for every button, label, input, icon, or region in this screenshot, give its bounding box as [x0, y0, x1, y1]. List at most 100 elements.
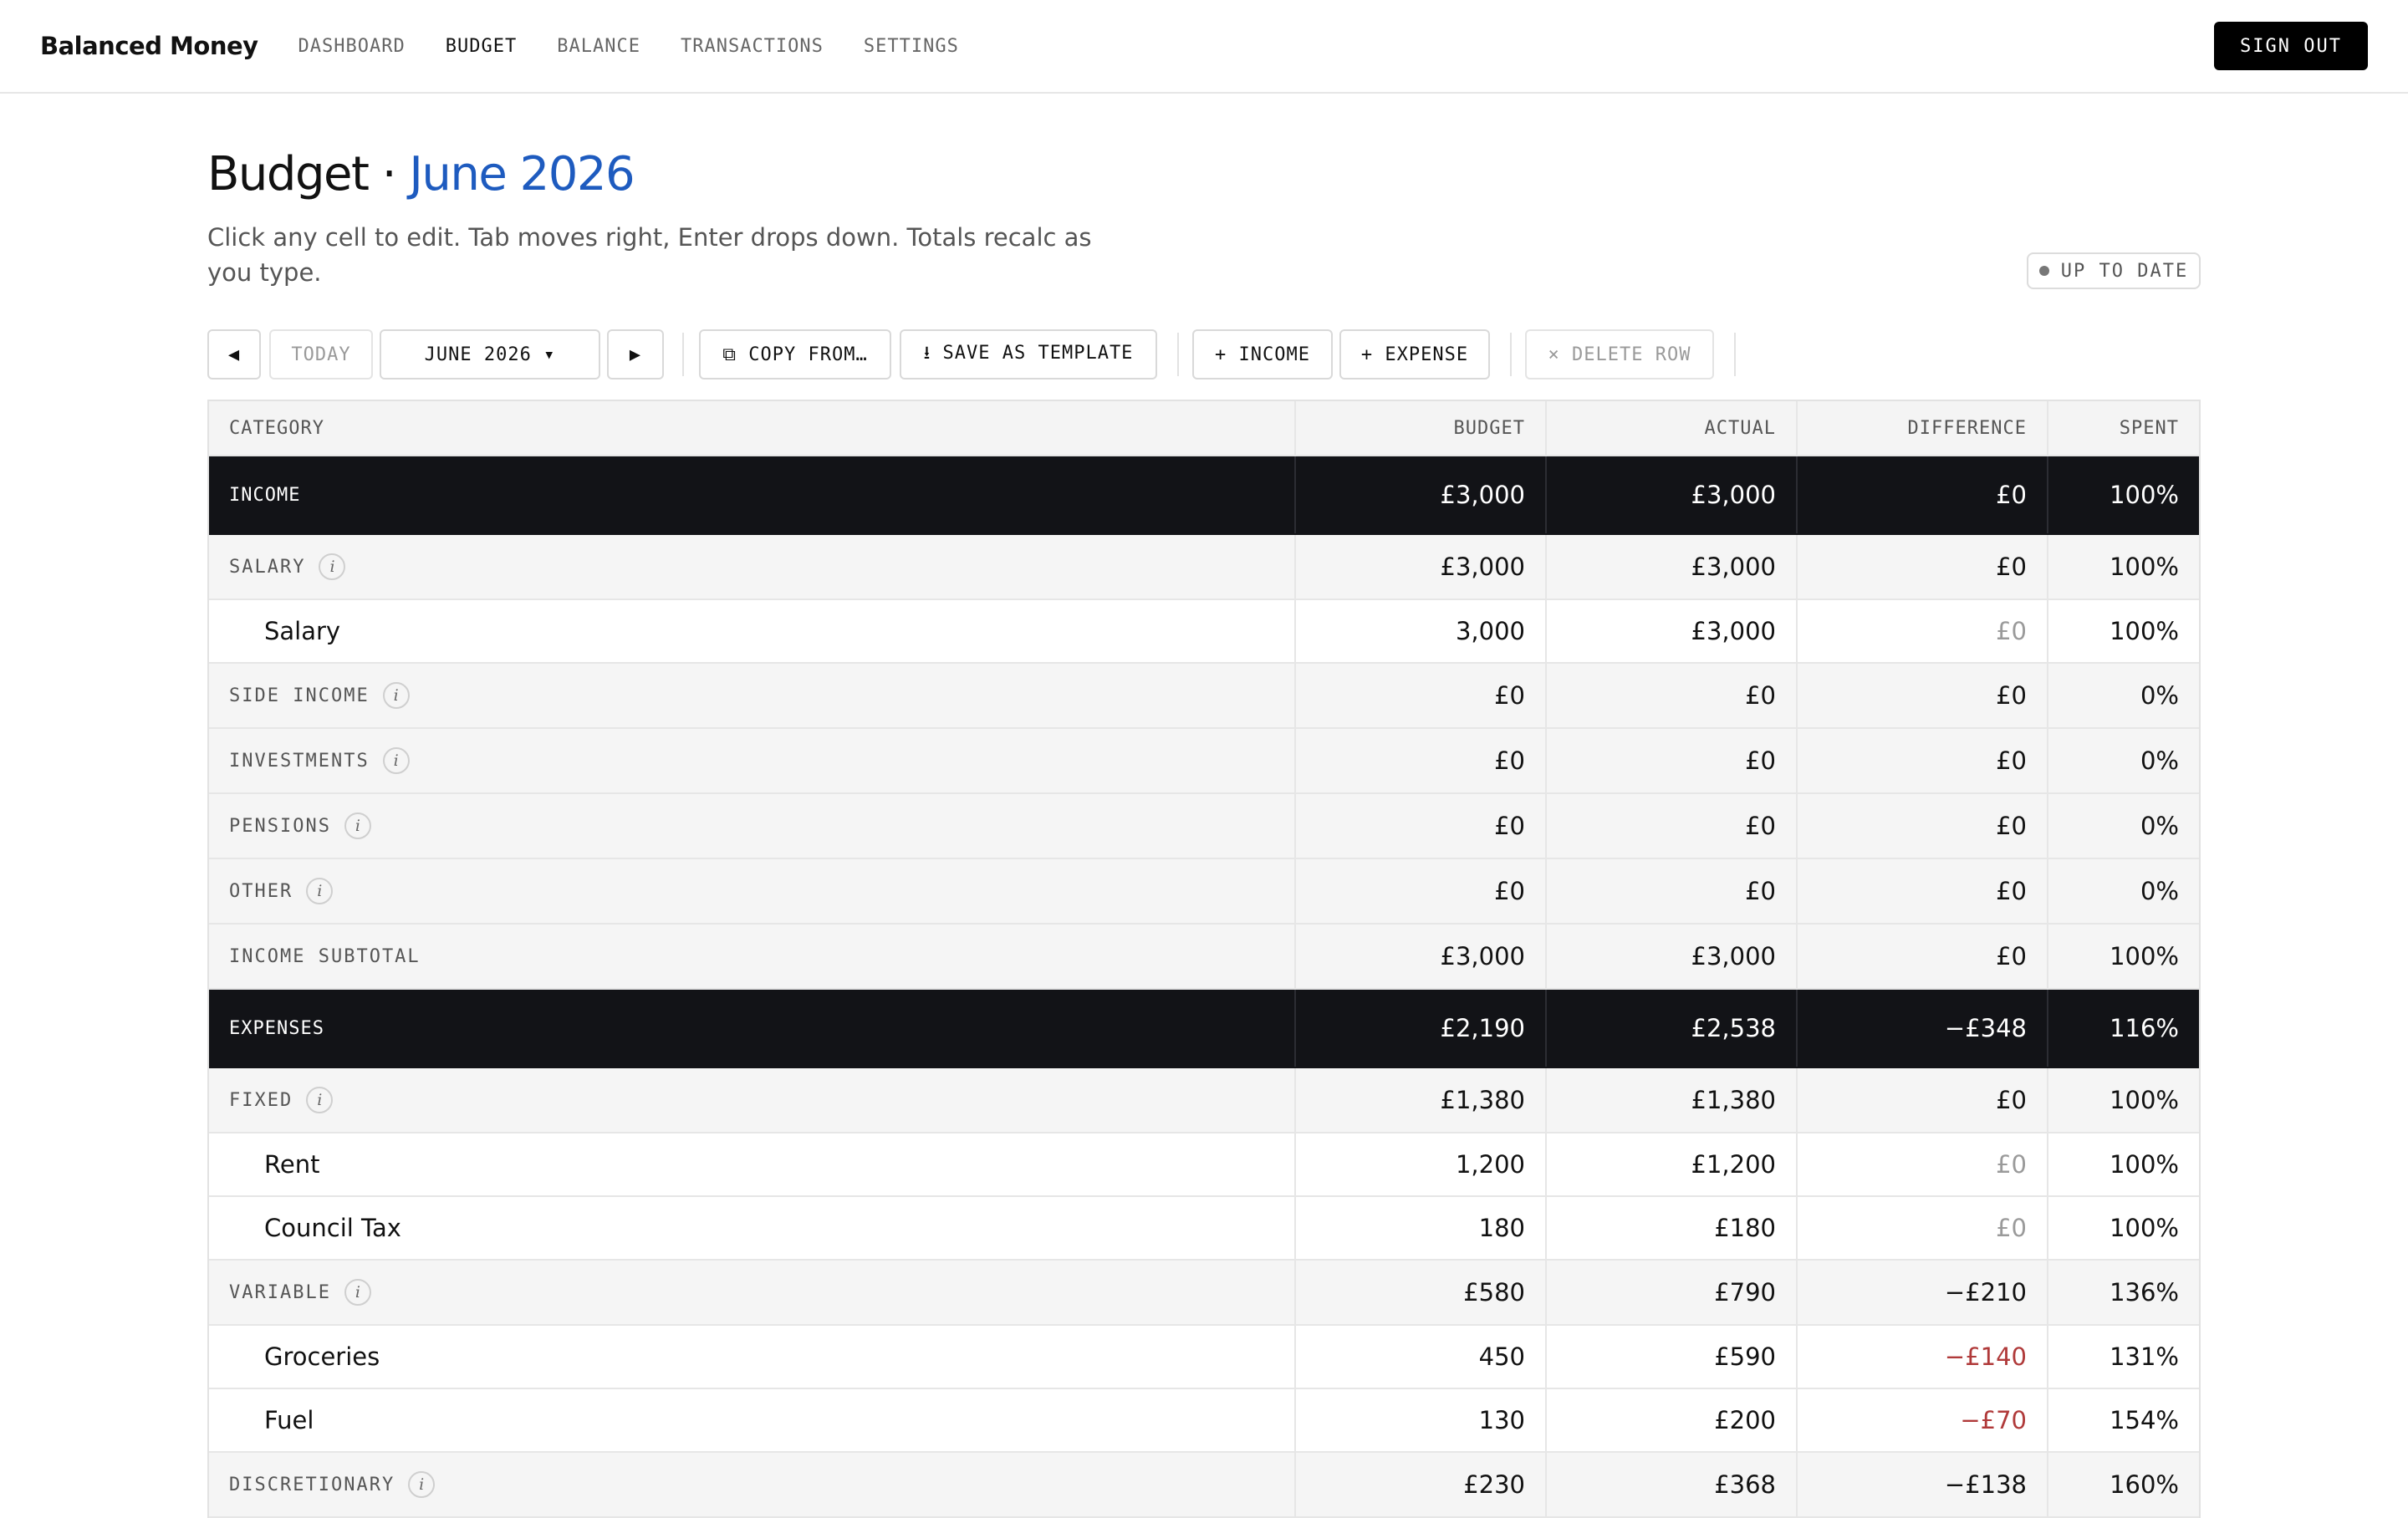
budget-cell: £3,000 [1296, 925, 1547, 988]
spent-cell-value: 100% [2110, 1150, 2179, 1179]
budget-cell-value: £0 [1494, 877, 1525, 905]
spent-cell-value: 100% [2110, 1214, 2179, 1242]
budget-cell: £0 [1296, 664, 1547, 727]
difference-cell: −£140 [1798, 1326, 2048, 1388]
category-cell[interactable]: Council Tax [209, 1197, 1296, 1259]
spent-cell: 160% [2048, 1453, 2199, 1516]
difference-cell: £0 [1798, 1133, 2048, 1195]
category-label: Council Tax [264, 1214, 401, 1242]
info-icon[interactable]: i [344, 812, 371, 839]
table-row: Fuel 130 £200 −£70 154% [209, 1389, 2199, 1453]
toolbar-divider [1510, 333, 1512, 376]
difference-cell-value: −£138 [1944, 1470, 2027, 1499]
actual-cell-value: £1,380 [1691, 1086, 1776, 1114]
budget-cell: £0 [1296, 729, 1547, 792]
page-title-prefix: Budget · [207, 147, 410, 201]
actual-cell-value: £0 [1745, 812, 1776, 840]
spent-cell: 0% [2048, 794, 2199, 858]
category-group-row: SIDE INCOME i £0 £0 £0 0% [209, 664, 2199, 729]
actual-cell-value: £1,200 [1691, 1150, 1776, 1179]
save-as-template-button[interactable]: ⭳ SAVE AS TEMPLATE [900, 329, 1157, 380]
month-select[interactable]: JUNE 2026 ▾ [380, 329, 600, 380]
nav-link-dashboard[interactable]: DASHBOARD [298, 36, 406, 57]
actual-cell-value: £3,000 [1691, 481, 1776, 509]
actual-cell-value: £0 [1745, 681, 1776, 710]
today-button[interactable]: TODAY [269, 329, 373, 380]
column-header-category: CATEGORY [209, 401, 1296, 455]
spent-cell: 100% [2048, 535, 2199, 599]
category-group-row: INVESTMENTS i £0 £0 £0 0% [209, 729, 2199, 794]
page-title-month: June 2026 [409, 147, 635, 201]
category-label: Rent [264, 1150, 320, 1179]
budget-cell-value: £1,380 [1440, 1086, 1525, 1114]
info-icon[interactable]: i [319, 553, 346, 580]
category-cell[interactable]: Rent [209, 1133, 1296, 1195]
prev-month-button[interactable]: ◀ [207, 329, 261, 380]
sign-out-button[interactable]: SIGN OUT [2214, 22, 2368, 70]
actual-cell: £368 [1547, 1453, 1798, 1516]
difference-cell-value: −£210 [1944, 1278, 2027, 1307]
category-cell: SALARY i [209, 535, 1296, 599]
actual-cell-value: £590 [1714, 1342, 1776, 1371]
spent-cell: 116% [2048, 990, 2199, 1067]
difference-cell: £0 [1798, 1068, 2048, 1132]
nav-link-settings[interactable]: SETTINGS [864, 36, 959, 57]
actual-cell: £1,200 [1547, 1133, 1798, 1195]
spent-cell: 136% [2048, 1261, 2199, 1324]
spent-cell: 0% [2048, 859, 2199, 923]
toolbar-divider [1177, 333, 1179, 376]
actual-cell: £590 [1547, 1326, 1798, 1388]
delete-row-button[interactable]: × DELETE ROW [1525, 329, 1714, 380]
spent-cell-value: 100% [2110, 553, 2179, 581]
info-icon[interactable]: i [382, 682, 410, 709]
budget-cell: £580 [1296, 1261, 1547, 1324]
nav-link-budget[interactable]: BUDGET [446, 36, 517, 57]
budget-cell[interactable]: 1,200 [1296, 1133, 1547, 1195]
info-icon[interactable]: i [306, 1087, 334, 1113]
budget-cell[interactable]: 130 [1296, 1389, 1547, 1451]
category-cell[interactable]: Fuel [209, 1389, 1296, 1451]
budget-cell: £3,000 [1296, 456, 1547, 533]
spent-cell-value: 100% [2110, 617, 2179, 645]
add-income-button[interactable]: + INCOME [1192, 329, 1333, 380]
info-icon[interactable]: i [344, 1279, 371, 1306]
category-cell[interactable]: Groceries [209, 1326, 1296, 1388]
spent-cell: 100% [2048, 925, 2199, 988]
copy-from-button[interactable]: ⧉ COPY FROM… [699, 329, 891, 380]
difference-cell-value: £0 [1996, 812, 2027, 840]
info-icon[interactable]: i [306, 878, 334, 904]
category-cell: INCOME [209, 456, 1296, 533]
difference-cell: £0 [1798, 456, 2048, 533]
budget-cell-value: 3,000 [1455, 617, 1525, 645]
budget-cell-value: £0 [1494, 681, 1525, 710]
actual-cell-value: £2,538 [1691, 1014, 1776, 1042]
brand-logo[interactable]: Balanced Money [40, 32, 258, 60]
category-group-row: VARIABLE i £580 £790 −£210 136% [209, 1261, 2199, 1326]
add-expense-button[interactable]: + EXPENSE [1339, 329, 1490, 380]
toolbar: ◀ TODAY JUNE 2026 ▾ ▶ ⧉ COPY FROM… ⭳ SAV… [207, 329, 2201, 380]
spent-cell-value: 100% [2110, 481, 2179, 509]
category-label: EXPENSES [229, 1017, 324, 1039]
table-row: Rent 1,200 £1,200 £0 100% [209, 1133, 2199, 1197]
category-group-row: SALARY i £3,000 £3,000 £0 100% [209, 535, 2199, 600]
difference-cell-value: £0 [1996, 553, 2027, 581]
nav-link-balance[interactable]: BALANCE [557, 36, 640, 57]
difference-cell: £0 [1798, 1197, 2048, 1259]
difference-cell-value: £0 [1996, 1086, 2027, 1114]
nav-link-transactions[interactable]: TRANSACTIONS [681, 36, 824, 57]
budget-cell[interactable]: 180 [1296, 1197, 1547, 1259]
budget-cell[interactable]: 450 [1296, 1326, 1547, 1388]
next-month-button[interactable]: ▶ [607, 329, 664, 380]
actual-cell-value: £180 [1714, 1214, 1776, 1242]
budget-cell[interactable]: 3,000 [1296, 600, 1547, 662]
category-cell: INCOME SUBTOTAL [209, 925, 1296, 988]
difference-cell: £0 [1798, 925, 2048, 988]
spent-cell-value: 0% [2140, 746, 2179, 775]
actual-cell: £0 [1547, 859, 1798, 923]
info-icon[interactable]: i [408, 1471, 436, 1498]
info-icon[interactable]: i [382, 747, 410, 774]
difference-cell-value: £0 [1996, 481, 2027, 509]
budget-table: CATEGORY BUDGET ACTUAL DIFFERENCE SPENT … [207, 400, 2201, 1518]
category-cell[interactable]: Salary [209, 600, 1296, 662]
category-cell: INVESTMENTS i [209, 729, 1296, 792]
